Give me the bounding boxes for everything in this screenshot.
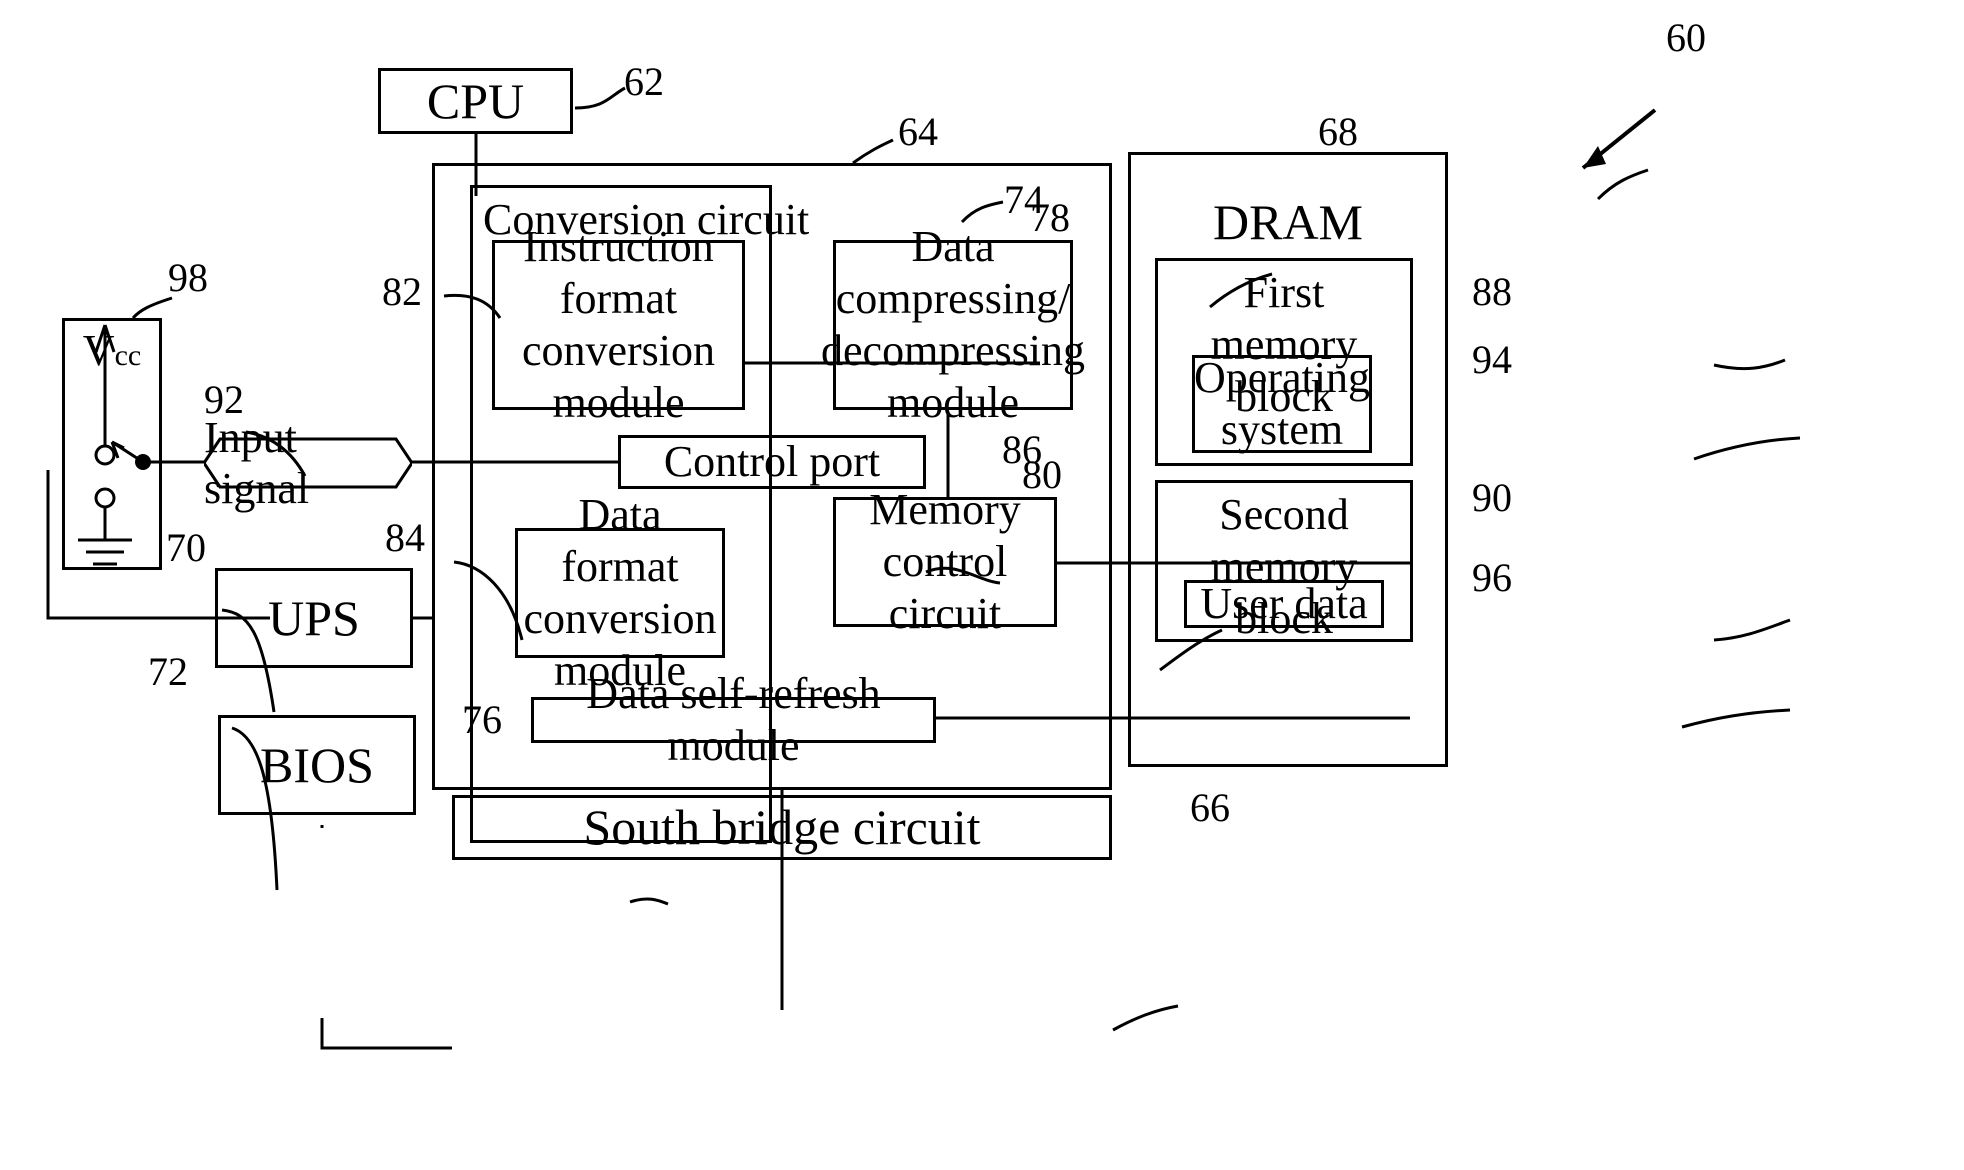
memory-control-line-2: control <box>882 537 1008 587</box>
bios-label: BIOS <box>260 736 374 793</box>
vcc-label: Vcc <box>83 321 141 377</box>
vcc-label-sub: cc <box>114 339 142 372</box>
data-format-line-1: Data format <box>561 490 679 592</box>
ref-98: 98 <box>168 255 208 300</box>
ref-68: 68 <box>1318 109 1358 154</box>
data-compress-line-3: decompressing <box>821 326 1085 375</box>
input-signal-label: Input signal <box>204 413 310 513</box>
data-format-conversion-module: Data format conversion module <box>515 490 725 695</box>
data-self-refresh-module: Data self-refresh module <box>531 669 936 770</box>
ref-94: 94 <box>1472 337 1512 382</box>
data-compress-line-2: compressing/ <box>835 274 1071 324</box>
control-port-block: Control port <box>618 435 926 489</box>
data-compress-line-4: module <box>887 377 1019 427</box>
memory-control-line-3: circuit <box>888 588 1002 638</box>
os-line-1: Operating <box>1194 353 1370 403</box>
operating-system-block: Operating system <box>1192 353 1372 454</box>
cpu-block: CPU <box>378 68 573 134</box>
ref-80: 80 <box>1022 452 1062 497</box>
ref-90: 90 <box>1472 475 1512 520</box>
ref-64: 64 <box>898 109 938 154</box>
bios-block: BIOS <box>218 715 416 815</box>
cpu-label: CPU <box>426 72 525 129</box>
power-source-block: Vcc <box>62 318 162 570</box>
os-line-2: system <box>1220 405 1344 454</box>
ref-78: 78 <box>1030 195 1070 240</box>
input-signal-flag: Input signal <box>204 413 412 513</box>
south-bridge-circuit-block: South bridge circuit <box>452 795 1112 860</box>
self-refresh-label: Data self-refresh module <box>586 669 881 770</box>
instruction-line-3: conversion <box>521 326 716 375</box>
ref-92: 92 <box>204 377 244 422</box>
instruction-line-2: format <box>559 274 678 324</box>
data-compressing-decompressing-module: Data compressing/ decompressing module <box>821 222 1085 427</box>
first-block-line-1: First <box>1243 268 1325 317</box>
control-port-label: Control port <box>663 437 881 487</box>
ups-block: UPS <box>215 568 413 668</box>
ref-66: 66 <box>1190 785 1230 830</box>
user-data-label: User data <box>1200 579 1368 629</box>
data-compress-line-1: Data <box>911 222 995 272</box>
dram-label: DRAM <box>1212 194 1364 250</box>
instruction-line-1: Instruction <box>523 222 714 272</box>
ref-70: 70 <box>166 525 206 570</box>
ref-82: 82 <box>382 269 422 314</box>
user-data-block: User data <box>1184 579 1384 629</box>
ref-84: 84 <box>385 515 425 560</box>
ups-label: UPS <box>268 589 360 646</box>
memory-control-circuit-block: Memory control circuit <box>833 485 1057 638</box>
south-bridge-label: South bridge circuit <box>583 799 981 855</box>
vcc-label-main: V <box>82 326 115 375</box>
ref-72: 72 <box>148 649 188 694</box>
memory-control-line-1: Memory <box>869 485 1021 535</box>
ref-60: 60 <box>1666 15 1706 60</box>
ref-96: 96 <box>1472 555 1512 600</box>
instruction-format-conversion-module: Instruction format conversion module <box>492 222 745 427</box>
ref-76: 76 <box>462 697 502 742</box>
ref-62: 62 <box>624 59 664 104</box>
patent-figure-canvas: CPU 62 60 64 Conversion circuit 74 Instr… <box>0 0 1964 1170</box>
instruction-line-4: module <box>552 377 685 427</box>
second-block-line-1: Second <box>1219 490 1349 539</box>
ref-88: 88 <box>1472 269 1512 314</box>
data-format-line-2: conversion <box>523 594 717 643</box>
